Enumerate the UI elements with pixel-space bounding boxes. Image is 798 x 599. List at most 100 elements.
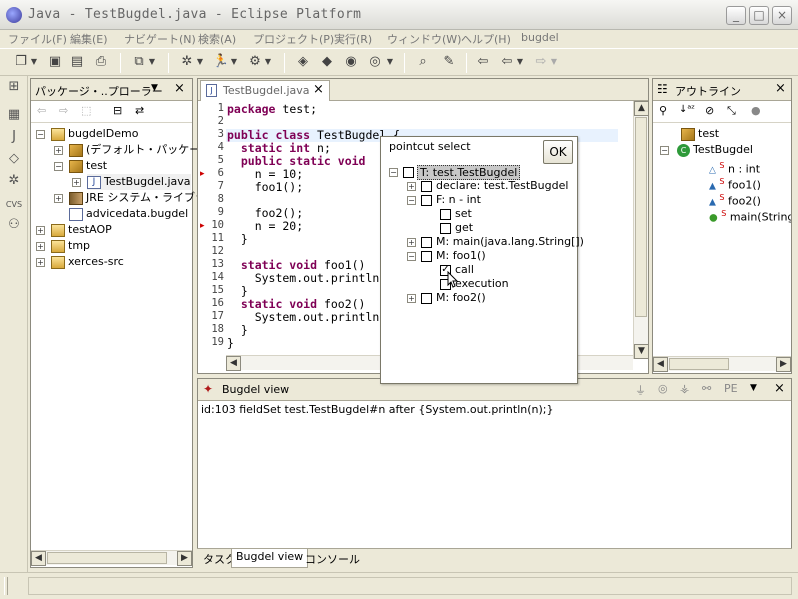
up-nav-icon[interactable]: ⬚ [81,104,91,117]
scroll-down-icon[interactable]: ▼ [634,344,648,359]
hide-fields-icon[interactable]: ⊘ [705,104,714,117]
scroll-right-icon[interactable]: ▶ [177,551,192,566]
scroll-thumb[interactable] [669,358,729,370]
link-editor-icon[interactable]: ⇄ [135,104,144,117]
ok-button[interactable]: OK [543,140,573,164]
menu-edit[interactable]: 編集(E) [70,31,108,47]
new-interface-icon[interactable]: ◎ [366,53,384,71]
tree-expander[interactable]: − [660,146,669,155]
tree-expander[interactable]: + [72,178,81,187]
code-line[interactable]: System.out.println [227,271,380,285]
menu-run[interactable]: 実行(R) [334,31,372,47]
tree-expander[interactable]: − [54,162,63,171]
open-type-dropdown-icon[interactable]: ▼ [148,53,156,71]
pointcut-checkbox[interactable] [421,195,432,206]
external-tools-icon[interactable]: ⚙ [246,53,264,71]
scroll-thumb[interactable] [635,117,647,317]
view-menu-icon[interactable]: ▼ [750,383,757,393]
back-nav-icon[interactable]: ⇦ [37,104,46,117]
code-line[interactable]: static void foo2() [227,297,366,311]
code-line[interactable]: foo2(); [227,206,303,220]
tree-item-testaop[interactable]: testAOP [51,222,112,238]
new-project-icon[interactable]: ◈ [294,53,312,71]
tree-expander[interactable]: − [407,252,416,261]
code-line[interactable]: n = 10; [227,167,303,181]
horizontal-scrollbar[interactable]: ◀ ▶ [653,356,791,372]
tree-item-testbugdel-java[interactable]: J TestBugdel.java [87,174,191,190]
cvs-perspective-icon[interactable]: CVS [5,196,23,214]
menu-bugdel[interactable]: bugdel [521,31,559,44]
pointcut-checkbox[interactable] [421,237,432,248]
horizontal-scrollbar[interactable]: ◀ ▶ [31,550,192,566]
tree-expander[interactable]: + [36,242,45,251]
tree-expander[interactable]: + [407,294,416,303]
tree-expander[interactable]: + [54,194,63,203]
debug-dropdown-icon[interactable]: ▼ [196,53,204,71]
tree-item-advicedata[interactable]: advicedata.bugdel [69,206,188,222]
open-perspective-icon[interactable]: ⊞ [5,78,23,96]
search-icon[interactable]: ⌕ [414,53,432,71]
tree-item-default-package[interactable]: (デフォルト・パッケージ [69,142,211,158]
sort-icon[interactable]: ↓ᵃᶻ [679,104,695,115]
close-tab-icon[interactable]: × [313,82,324,97]
hide-nonpublic-icon[interactable]: ● [751,104,761,117]
outline-item-field-n[interactable]: △ S n : int [709,158,760,176]
tree-expander[interactable]: + [407,182,416,191]
scroll-up-icon[interactable]: ▲ [634,101,648,116]
scroll-left-icon[interactable]: ◀ [226,356,241,371]
hierarchy-icon[interactable]: ⚲ [659,104,667,117]
forward-icon[interactable]: ⇨ [532,53,550,71]
advice-icon[interactable]: ⚶ [680,382,689,395]
tree-expander[interactable]: − [36,130,45,139]
code-line[interactable]: n = 20; [227,219,303,233]
outline-item-testbugdel[interactable]: C TestBugdel [677,142,753,158]
open-type-icon[interactable]: ⧉ [130,53,148,71]
code-line[interactable]: } [227,323,248,337]
code-line[interactable]: foo1(); [227,180,303,194]
view-menu-icon[interactable]: ▼ [151,83,158,93]
tree-expander[interactable]: − [389,168,398,177]
code-line[interactable]: package test; [227,102,317,116]
pointcut-checkbox[interactable] [421,251,432,262]
pointcut-checkbox[interactable] [440,209,451,220]
bugdel-view-content[interactable]: id:103 fieldSet test.TestBugdel#n after … [201,403,553,416]
back-dropdown-icon[interactable]: ▼ [516,53,524,71]
outline-item-foo1[interactable]: ▲ S foo1() [709,174,761,192]
next-annotation-icon[interactable]: ⇦ [474,53,492,71]
editor-vertical-scrollbar[interactable]: ▲ ▼ [633,101,648,359]
resource-perspective-icon[interactable]: ▦ [5,106,23,124]
tree-item-test[interactable]: test [69,158,107,174]
code-line[interactable]: } [227,284,248,298]
tree-item-tmp[interactable]: tmp [51,238,90,254]
close-view-icon[interactable]: × [774,381,785,396]
outline-item-test[interactable]: test [681,126,719,142]
minimize-button[interactable]: _ [726,6,746,25]
collapse-all-icon[interactable]: ⊟ [113,104,122,117]
external-tools-dropdown-icon[interactable]: ▼ [264,53,272,71]
tree-expander[interactable]: − [407,196,416,205]
tree-expander[interactable]: + [407,238,416,247]
outline-item-foo2[interactable]: ▲ S foo2() [709,190,761,208]
close-view-icon[interactable]: × [775,81,786,96]
forward-nav-icon[interactable]: ⇨ [59,104,68,117]
pointcut-checkbox[interactable] [421,293,432,304]
code-line[interactable]: public static void [227,154,366,168]
new-class-icon[interactable]: ◉ [342,53,360,71]
tab-console[interactable]: コンソール [301,550,364,568]
menu-file[interactable]: ファイル(F) [8,31,67,47]
print-icon[interactable]: ⎙ [92,53,110,71]
tree-item-jre-library[interactable]: JRE システム・ライブラ [69,190,206,206]
tree-item-xerces-src[interactable]: xerces-src [51,254,124,270]
menu-window[interactable]: ウィンドウ(W) [387,31,461,47]
tree-expander[interactable]: + [36,258,45,267]
tree-expander[interactable]: + [54,146,63,155]
close-view-icon[interactable]: × [174,81,185,96]
code-line[interactable]: } [227,336,234,350]
scroll-right-icon[interactable]: ▶ [776,357,791,372]
new-wizard-dropdown-icon[interactable]: ▼ [386,53,394,71]
menu-help[interactable]: ヘルプ(H) [461,31,511,47]
editor-tab[interactable]: J TestBugdel.java × [200,80,330,101]
tree-item-bugdeldemo[interactable]: bugdelDemo [51,126,138,142]
scroll-thumb[interactable] [47,552,167,564]
run-icon[interactable]: 🏃 [212,53,230,71]
